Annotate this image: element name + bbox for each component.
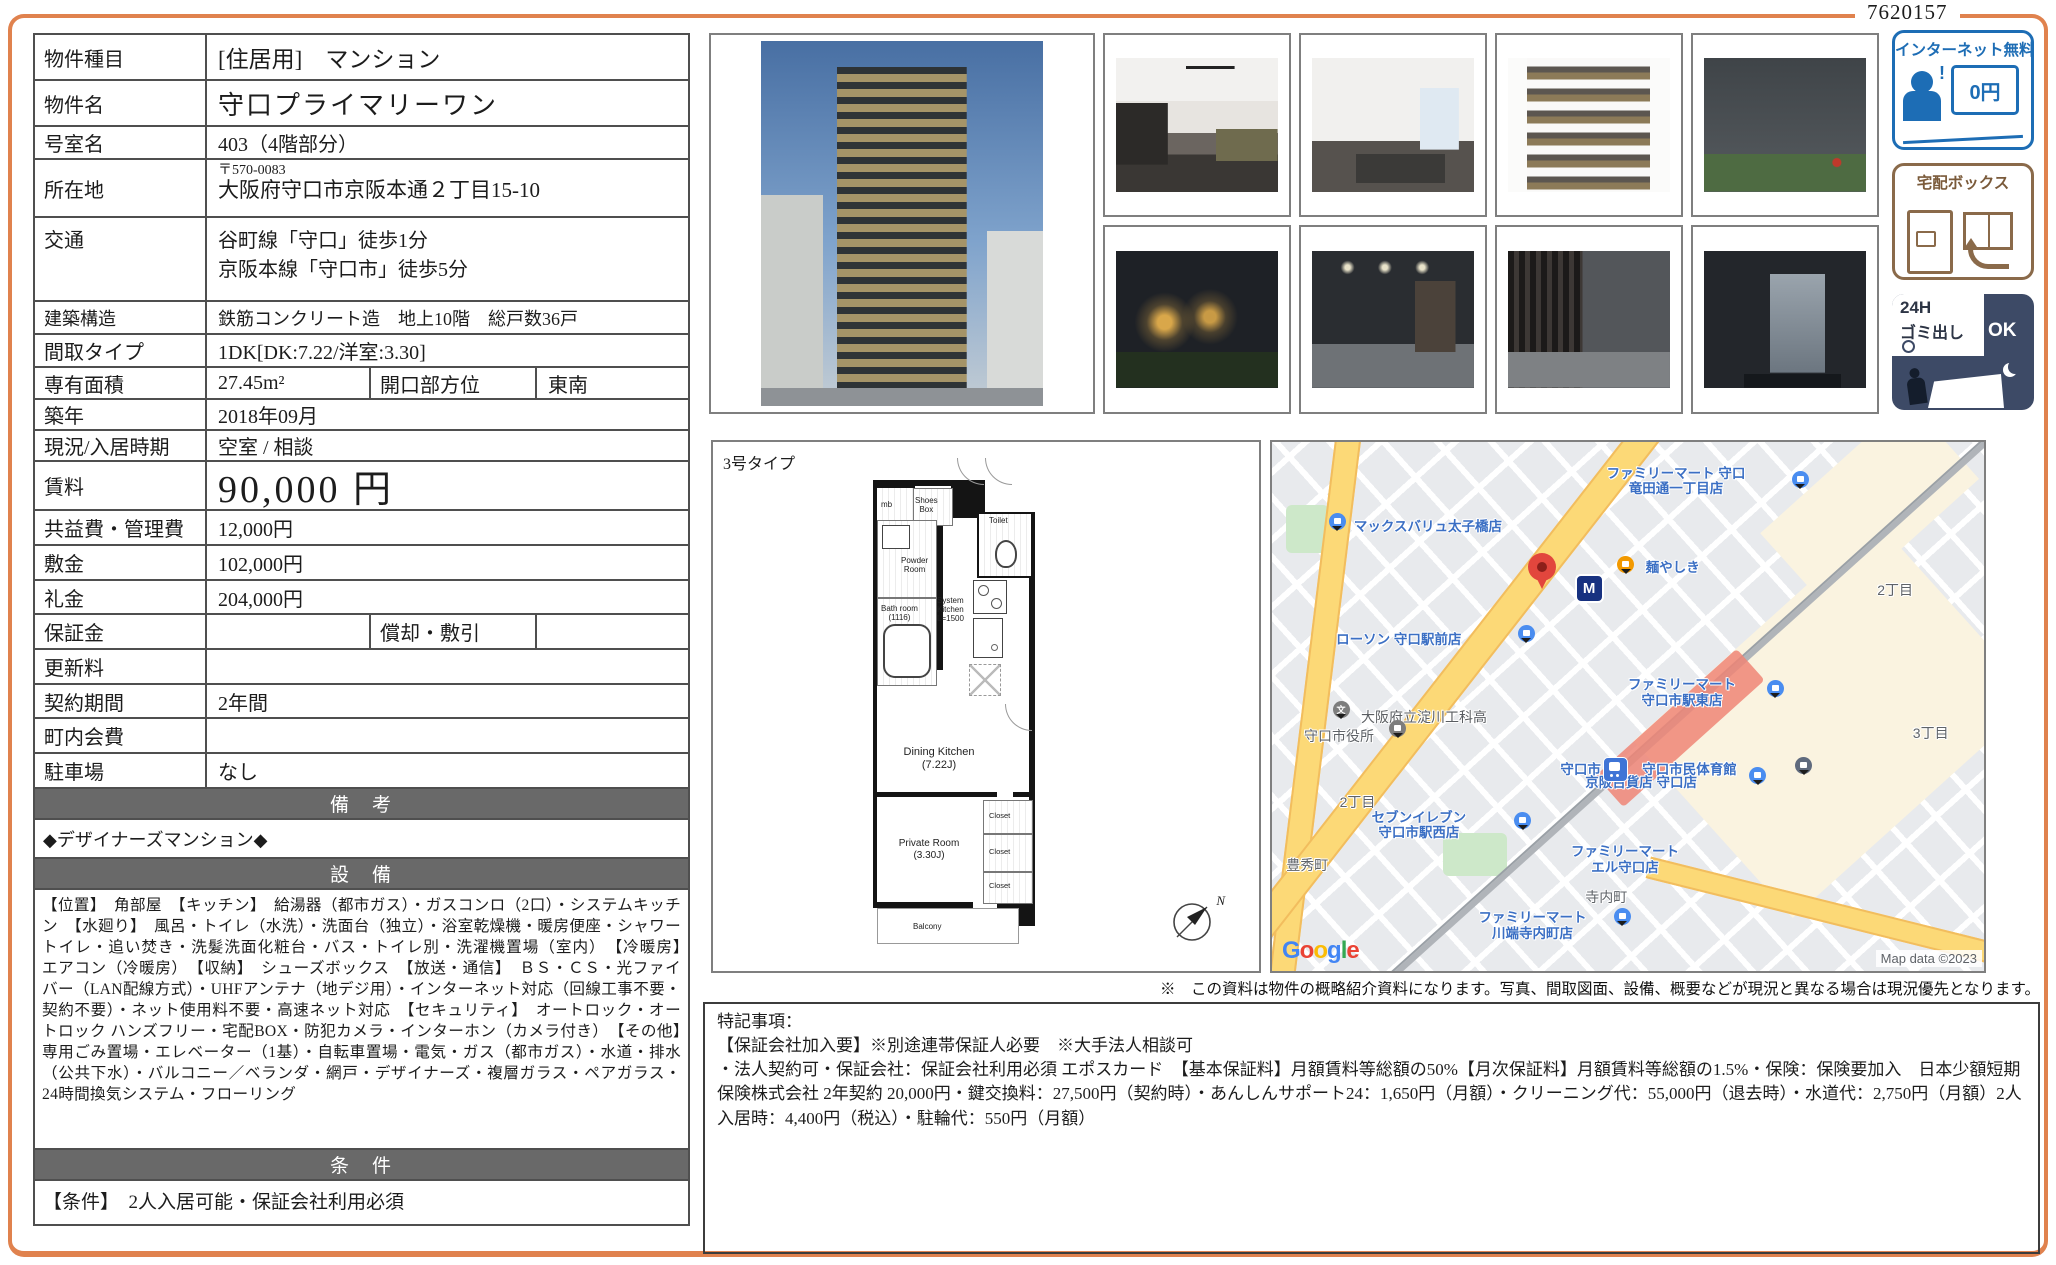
map-pin-convenience xyxy=(1792,471,1809,488)
map-pin-convenience xyxy=(1514,812,1531,829)
map-pin-convenience xyxy=(1614,908,1631,925)
section-header-bikou: 備 考 xyxy=(35,787,688,818)
map-pin-convenience xyxy=(1518,625,1535,642)
person-icon xyxy=(1906,377,1927,405)
special-notes-box: 特記事項： 【保証会社加入要】※別途連帯保証人必要 ※大手法人相談可 ・法人契約… xyxy=(703,1002,2040,1254)
photo-entrance-door xyxy=(1691,225,1879,414)
map: M マックスバリュ太子橋店 ファミリーマート 守口 竜田通一丁目店 麺やしき 2… xyxy=(1270,440,1986,973)
toilet-bowl-icon xyxy=(995,540,1017,568)
table-row: 所在地 〒570-0083大阪府守口市京阪本通２丁目15-10 xyxy=(35,158,688,216)
photo-bedroom xyxy=(1299,33,1487,217)
table-row: 築年2018年09月 xyxy=(35,398,688,429)
postal-code: 〒570-0083 xyxy=(218,163,688,178)
setsubi-text: 【位置】 角部屋 【キッチン】 給湯器（都市ガス）・ガスコンロ（2口）・システム… xyxy=(35,888,688,1148)
arrow-icon xyxy=(1968,244,2009,269)
photo-lobby xyxy=(1299,225,1487,414)
photo-building-tiers xyxy=(1495,33,1683,217)
osaka-metro-icon: M xyxy=(1575,574,1604,603)
document-number: 7620157 xyxy=(1855,0,1960,25)
fridge-space-icon xyxy=(969,664,1001,696)
table-row: 建築構造鉄筋コンクリート造 地上10階 総戸数36戸 xyxy=(35,300,688,333)
delivery-box-label: 宅配ボックス xyxy=(1895,166,2031,193)
table-row: 物件種目[住居用] マンション xyxy=(35,35,688,79)
photo-building-exterior xyxy=(709,33,1095,414)
compass-n-label: N xyxy=(1216,893,1225,909)
table-row: 敷金102,000円 xyxy=(35,544,688,579)
floorplan-drawing: mb Shoes Box Toilet Powder Room Bath roo… xyxy=(873,456,1035,944)
table-row: 町内会費 xyxy=(35,717,688,752)
property-table: 物件種目[住居用] マンション 物件名守口プライマリーワン 号室名403（4階部… xyxy=(33,33,690,1226)
internet-free-label: インターネット無料 xyxy=(1895,33,2031,60)
station-icon xyxy=(1603,757,1628,782)
locker-icon xyxy=(1907,210,1953,274)
table-row: 交通谷町線「守口」徒歩1分 京阪本線「守口市」徒歩5分 xyxy=(35,216,688,300)
table-row: 共益費・管理費12,000円 xyxy=(35,509,688,544)
jouken-text: 【条件】 2人入居可能・保証会社利用必須 xyxy=(35,1179,688,1224)
garbage-ok-label: OK xyxy=(1988,320,2017,342)
map-attribution: Map data ©2023 xyxy=(1876,950,1982,967)
bikou-text: ◆デザイナーズマンション◆ xyxy=(35,818,688,857)
photo-corridor xyxy=(1495,225,1683,414)
stove-icon xyxy=(973,580,1007,614)
garbage-bin-icon xyxy=(1928,374,2004,408)
map-pin-school: 文 xyxy=(1333,701,1350,718)
moon-icon xyxy=(2008,360,2022,374)
bathtub-icon xyxy=(883,624,931,678)
rent-amount: 90,000 円 xyxy=(207,462,688,509)
person-at-pc-icon xyxy=(1911,71,1933,93)
fp-balcony xyxy=(877,908,1019,944)
section-header-setsubi: 設 備 xyxy=(35,857,688,888)
section-header-jouken: 条 件 xyxy=(35,1148,688,1179)
table-row: 更新料 xyxy=(35,648,688,683)
garbage-24h-label: 24H xyxy=(1900,298,1931,318)
floorplan-type-label: 3号タイプ xyxy=(723,450,795,474)
badge-internet-free: インターネット無料 ! 0円 xyxy=(1892,30,2034,150)
map-pin-gym xyxy=(1795,757,1812,774)
table-row: 専有面積27.45m²開口部方位東南 xyxy=(35,366,688,398)
table-row: 契約期間2年間 xyxy=(35,683,688,717)
sun-icon xyxy=(1902,340,1915,353)
kitchen-sink-icon xyxy=(973,618,1003,658)
building-photo-art xyxy=(761,41,1044,407)
photo-living-room xyxy=(1103,33,1291,217)
table-row: 駐車場なし xyxy=(35,752,688,787)
map-pin-restaurant xyxy=(1617,556,1634,573)
google-logo: Google xyxy=(1282,937,1359,965)
zero-yen-label: 0円 xyxy=(1969,76,2000,105)
badge-delivery-box: 宅配ボックス xyxy=(1892,163,2034,280)
floorplan-panel: 3号タイプ mb Shoes Box Toilet Powder Room Ba… xyxy=(711,440,1261,973)
table-row: 現況/入居時期空室 / 相談 xyxy=(35,429,688,460)
map-pin-convenience xyxy=(1767,680,1784,697)
badge-24h-garbage: 24H ゴミ出し OK xyxy=(1892,294,2034,410)
table-row: 礼金204,000円 xyxy=(35,579,688,613)
table-row: 号室名403（4階部分） xyxy=(35,125,688,158)
photo-exterior-greenery xyxy=(1691,33,1879,217)
photo-night-entrance xyxy=(1103,225,1291,414)
table-row: 保証金償却・敷引 xyxy=(35,613,688,648)
address: 大阪府守口市京阪本通２丁目15-10 xyxy=(218,178,688,203)
table-row-rent: 賃料90,000 円 xyxy=(35,460,688,509)
table-row: 間取タイプ1DK[DK:7.22/洋室:3.30] xyxy=(35,333,688,366)
monitor-icon: 0円 xyxy=(1951,65,2019,115)
table-row: 物件名守口プライマリーワン xyxy=(35,79,688,125)
compass-icon xyxy=(1169,899,1215,945)
disclaimer-note: ※ この資料は物件の概略紹介資料になります。写真、間取図面、設備、概要などが現況… xyxy=(1160,977,2040,999)
